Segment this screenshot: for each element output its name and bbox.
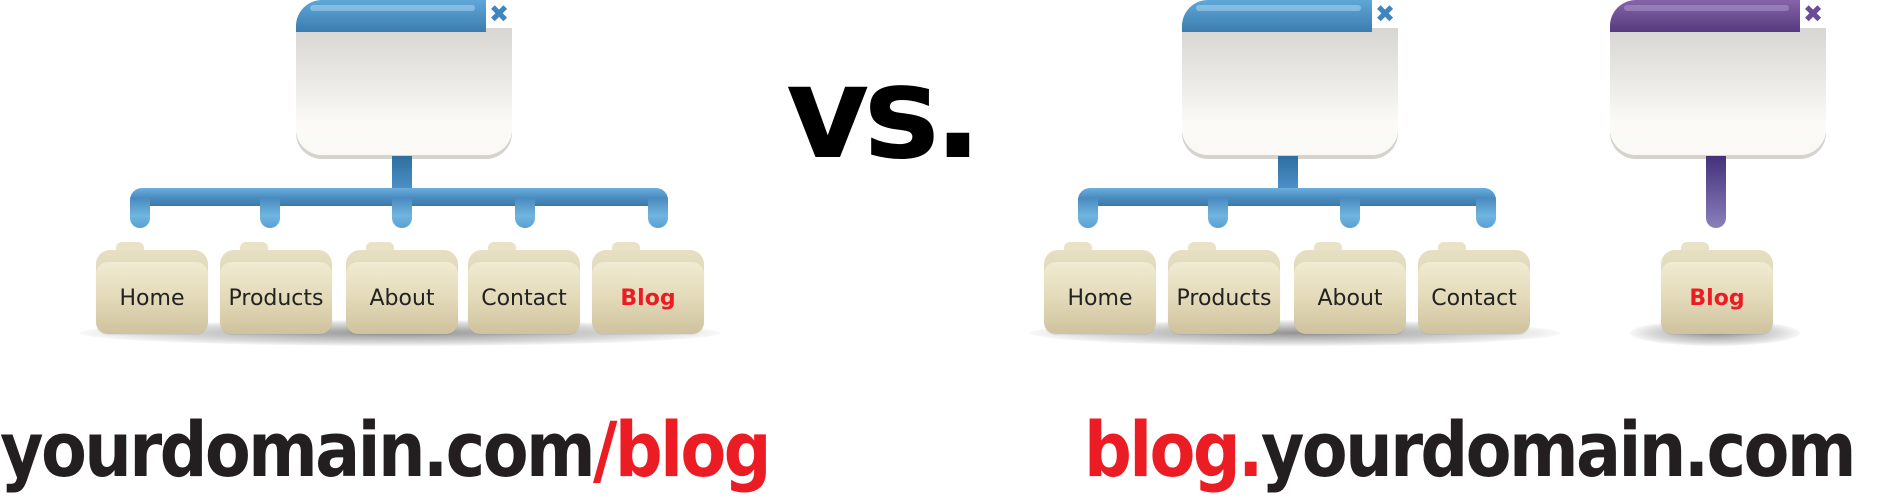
connector-drop [130,198,150,228]
close-icon: ✖ [1372,0,1398,28]
close-icon: ✖ [486,0,512,28]
subdirectory-url: yourdomain.com/blog [0,412,772,488]
folder-contact: Contact [468,242,580,334]
folder-blog: Blog [1661,242,1773,334]
url-subdomain: blog. [1084,405,1263,494]
connector-drop [1476,198,1496,228]
connector-stem [1278,156,1298,190]
url-path: /blog [593,405,771,494]
browser-window-icon: ✖ [1182,0,1398,158]
window-body [1182,28,1398,155]
window-title-bar [296,0,486,32]
folder-label: Products [1168,262,1280,334]
window-title-bar [1182,0,1372,32]
connector-drop [260,198,280,228]
folder-label: Contact [1418,262,1530,334]
connector-drop [515,198,535,228]
folder-home: Home [1044,242,1156,334]
folder-about: About [1294,242,1406,334]
folder-products: Products [1168,242,1280,334]
close-icon: ✖ [1800,0,1826,28]
connector-drop [1078,198,1098,228]
connector-bar [1078,188,1496,206]
vs-label: vs. [786,39,982,188]
folder-label: About [1294,262,1406,334]
window-body [1610,28,1826,155]
window-body [296,28,512,155]
folder-label: About [346,262,458,334]
window-title-bar [1610,0,1800,32]
url-domain: yourdomain.com [0,405,596,494]
folder-blog: Blog [592,242,704,334]
folder-home: Home [96,242,208,334]
folder-contact: Contact [1418,242,1530,334]
folder-label: Blog [1661,262,1773,334]
subdomain-url: blog.yourdomain.com [1084,412,1857,488]
folder-label: Home [1044,262,1156,334]
folder-label: Products [220,262,332,334]
folder-products: Products [220,242,332,334]
connector-stem-purple [1706,156,1726,228]
connector-stem [392,156,412,190]
connector-drop [392,198,412,228]
browser-window-icon-purple: ✖ [1610,0,1826,158]
connector-drop [648,198,668,228]
folder-label: Blog [592,262,704,334]
connector-drop [1208,198,1228,228]
folder-label: Contact [468,262,580,334]
browser-window-icon: ✖ [296,0,512,158]
folder-about: About [346,242,458,334]
folder-label: Home [96,262,208,334]
url-domain: yourdomain.com [1260,405,1857,494]
connector-drop [1340,198,1360,228]
